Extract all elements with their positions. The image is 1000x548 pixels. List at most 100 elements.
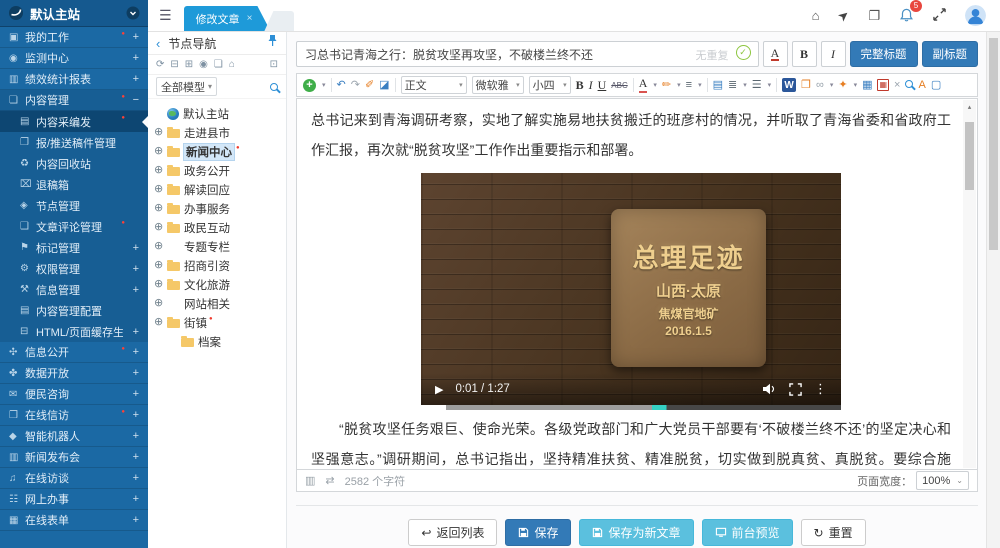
strikethrough-icon[interactable]: ABC: [611, 81, 627, 90]
sidebar-item[interactable]: ❐ 报/推送稿件管理: [0, 132, 148, 153]
table-icon[interactable]: ▦: [862, 80, 872, 91]
editor-scrollbar[interactable]: ▴: [963, 100, 976, 468]
tree-expand-icon[interactable]: ⊕: [154, 184, 167, 195]
expand-toggle[interactable]: +: [127, 263, 139, 275]
redo-icon[interactable]: ↷: [351, 80, 360, 91]
sidebar-item[interactable]: ⊟ HTML/页面缓存生成 +: [0, 321, 148, 342]
expand-toggle[interactable]: +: [127, 242, 139, 254]
indent-icon[interactable]: ▤: [713, 80, 723, 91]
font-color-icon[interactable]: A: [639, 77, 648, 92]
scrollbar-thumb[interactable]: [965, 122, 974, 190]
sidebar-item[interactable]: ◈ 节点管理: [0, 195, 148, 216]
refresh-icon[interactable]: ⟳: [156, 59, 164, 70]
sidebar-item[interactable]: ▥ 新闻发布会 +: [0, 447, 148, 468]
chevron-down-icon[interactable]: ▾: [677, 81, 681, 89]
expand-toggle[interactable]: +: [127, 493, 139, 505]
home-icon[interactable]: ⌂: [812, 9, 820, 22]
expand-toggle[interactable]: +: [127, 367, 139, 379]
paragraph-style-select[interactable]: 正文 ▾: [401, 76, 467, 94]
highlight-icon[interactable]: ✏: [662, 80, 671, 91]
reset-button[interactable]: ↻ 重置: [801, 519, 866, 546]
sidebar-item[interactable]: ☷ 网上办事 +: [0, 489, 148, 510]
video-progress-bar[interactable]: [421, 405, 841, 410]
title-bold-button[interactable]: B: [792, 41, 817, 67]
play-icon[interactable]: ▶: [435, 383, 443, 396]
tree-node[interactable]: ⊕ 网站相关: [152, 294, 282, 313]
tree-expand-icon[interactable]: ⊕: [154, 298, 167, 309]
sidebar-item[interactable]: ✤ 数据开放 +: [0, 363, 148, 384]
expand-toggle[interactable]: +: [127, 514, 139, 526]
sidebar-item[interactable]: ▤ 内容采编发 ●: [0, 111, 148, 132]
paste-icon[interactable]: ❐: [801, 80, 811, 91]
expand-toggle[interactable]: −: [127, 94, 139, 106]
chevron-down-icon[interactable]: ▾: [653, 81, 657, 89]
sidebar-item[interactable]: ✉ 便民咨询 +: [0, 384, 148, 405]
page-scrollbar[interactable]: [986, 32, 1000, 548]
sidebar-item[interactable]: ♫ 在线访谈 +: [0, 468, 148, 489]
tree-expand-icon[interactable]: ⊕: [154, 127, 167, 138]
insert-media-button[interactable]: +: [303, 79, 316, 92]
sidebar-item[interactable]: ⚙ 权限管理 +: [0, 258, 148, 279]
sidebar-item[interactable]: ⚑ 标记管理 +: [0, 237, 148, 258]
fullscreen-icon[interactable]: [933, 8, 946, 23]
collapse-sidebar-icon[interactable]: [126, 6, 140, 20]
tasks-icon[interactable]: ❐: [868, 9, 880, 22]
ordered-list-icon[interactable]: ≣: [728, 80, 737, 91]
bold-icon[interactable]: B: [576, 78, 584, 93]
collapse-all-icon[interactable]: ⊟: [170, 59, 178, 70]
expand-toggle[interactable]: +: [127, 388, 139, 400]
tree-expand-icon[interactable]: ⊕: [154, 317, 167, 328]
notifications-bell-icon[interactable]: 5: [899, 7, 914, 25]
sidebar-item[interactable]: ❏ 内容管理 ● −: [0, 90, 148, 111]
editor-content[interactable]: 总书记来到青海调研考察，实地了解实施易地扶贫搬迁的班彦村的情况，并听取了青海省委…: [296, 98, 978, 470]
word-import-icon[interactable]: W: [782, 78, 796, 92]
link-icon[interactable]: ∞: [816, 80, 824, 91]
auto-width-icon[interactable]: ⇄: [325, 474, 334, 487]
sidebar-item[interactable]: ❒ 在线信访 ● +: [0, 405, 148, 426]
tree-expand-icon[interactable]: ⊕: [154, 222, 167, 233]
video-menu-icon[interactable]: ⋮: [814, 381, 827, 397]
panel-switch-icon[interactable]: ⊡: [270, 59, 278, 70]
front-preview-button[interactable]: 前台预览: [702, 519, 793, 546]
sidebar-item[interactable]: ▦ 在线表单 +: [0, 510, 148, 531]
video-fullscreen-icon[interactable]: [789, 383, 802, 396]
tree-node[interactable]: 默认主站: [152, 104, 282, 123]
tab-edit-article[interactable]: 修改文章 ×: [184, 6, 271, 31]
format-brush-icon[interactable]: ✐: [365, 80, 374, 91]
clear-format-icon[interactable]: ×: [894, 80, 900, 91]
unordered-list-icon[interactable]: ☰: [752, 80, 762, 91]
expand-toggle[interactable]: +: [127, 52, 139, 64]
tree-node[interactable]: 档案: [152, 332, 282, 351]
chevron-down-icon[interactable]: ▾: [743, 81, 747, 89]
font-size-select[interactable]: 小四 ▾: [529, 76, 571, 94]
sidebar-item[interactable]: ◉ 监测中心 +: [0, 48, 148, 69]
tree-node[interactable]: ⊕ 走进县市: [152, 123, 282, 142]
tree-expand-icon[interactable]: ⊕: [154, 241, 167, 252]
tab-close-icon[interactable]: ×: [247, 13, 253, 24]
quick-action-icon[interactable]: ➤: [836, 7, 853, 24]
tree-node[interactable]: ⊕ 政务公开: [152, 161, 282, 180]
subtitle-button[interactable]: 副标题: [922, 41, 979, 67]
fullscreen-edit-icon[interactable]: ▢: [931, 80, 941, 91]
align-icon[interactable]: ≡: [686, 80, 692, 91]
manuscript-grid-icon[interactable]: ▦: [877, 79, 889, 91]
tree-expand-icon[interactable]: ⊕: [154, 260, 167, 271]
user-avatar[interactable]: [965, 5, 986, 26]
expand-toggle[interactable]: +: [127, 31, 139, 43]
title-italic-button[interactable]: I: [821, 41, 846, 67]
tree-node[interactable]: ⊕ 文化旅游: [152, 275, 282, 294]
pin-icon[interactable]: [267, 34, 278, 52]
title-color-button[interactable]: A: [763, 41, 788, 67]
tree-expand-icon[interactable]: ⊕: [154, 203, 167, 214]
back-to-list-button[interactable]: ↩ 返回列表: [408, 519, 497, 546]
home-node-icon[interactable]: ⌂: [229, 59, 235, 70]
tree-node[interactable]: ⊕ 招商引资: [152, 256, 282, 275]
tree-node[interactable]: ⊕ 政民互动: [152, 218, 282, 237]
video-player[interactable]: 总理足迹 山西·太原 焦煤官地矿 2016.1.5 ▶ 0:01 / 1:27 …: [421, 173, 841, 410]
collapse-panel-icon[interactable]: ‹: [156, 36, 160, 51]
italic-icon[interactable]: I: [589, 78, 593, 93]
tree-node[interactable]: ⊕ 解读回应: [152, 180, 282, 199]
expand-toggle[interactable]: +: [127, 73, 139, 85]
save-button[interactable]: 保存: [505, 519, 571, 546]
site-select-icon[interactable]: ◉: [199, 59, 208, 70]
